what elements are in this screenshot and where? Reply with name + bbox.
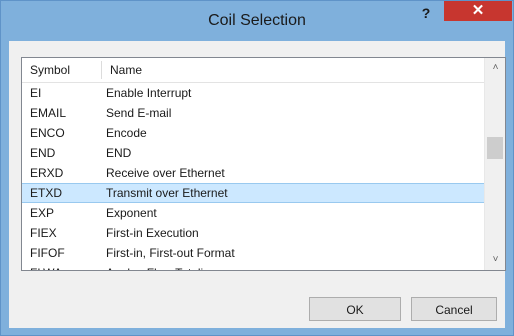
- symbol-cell: EXP: [30, 206, 55, 220]
- symbol-cell: ETXD: [30, 186, 63, 200]
- column-header-name[interactable]: Name: [110, 58, 142, 82]
- symbol-cell: FIFOF: [30, 246, 65, 260]
- close-icon: ✕: [471, 2, 485, 19]
- list-item[interactable]: FIFOF First-in, First-out Format: [22, 243, 484, 263]
- list-item[interactable]: FIEX First-in Execution: [22, 223, 484, 243]
- cancel-button[interactable]: Cancel: [411, 297, 497, 321]
- name-cell: END: [106, 146, 132, 160]
- list-item[interactable]: EMAIL Send E-mail: [22, 103, 484, 123]
- symbol-cell: EMAIL: [30, 106, 67, 120]
- scrollbar-thumb[interactable]: [487, 137, 503, 159]
- column-header-symbol[interactable]: Symbol: [30, 58, 70, 82]
- symbol-cell: ENCO: [30, 126, 65, 140]
- column-divider[interactable]: [101, 61, 102, 79]
- name-cell: Transmit over Ethernet: [106, 186, 228, 200]
- list-item[interactable]: ERXD Receive over Ethernet: [22, 163, 484, 183]
- scroll-up-arrow-icon[interactable]: ˄: [485, 58, 505, 78]
- name-cell: First-in, First-out Format: [106, 246, 235, 260]
- name-cell: Encode: [106, 126, 147, 140]
- list-item[interactable]: EI Enable Interrupt: [22, 83, 484, 103]
- name-cell: Analog Flow Totalizer: [106, 263, 220, 270]
- ok-button[interactable]: OK: [309, 297, 401, 321]
- scroll-down-arrow-icon[interactable]: ˅: [485, 250, 505, 270]
- symbol-cell: EI: [30, 86, 42, 100]
- name-cell: Exponent: [106, 206, 157, 220]
- coil-list[interactable]: Symbol Name EI Enable Interrupt EMAIL Send …: [21, 57, 506, 271]
- list-item[interactable]: EXP Exponent: [22, 203, 484, 223]
- symbol-cell: FIEX: [30, 226, 57, 240]
- name-cell: Enable Interrupt: [106, 86, 192, 100]
- list-item[interactable]: END END: [22, 143, 484, 163]
- list-header: Symbol Name: [22, 58, 484, 83]
- title-bar[interactable]: Coil Selection ? ✕: [1, 1, 513, 41]
- list-item[interactable]: ETXD Transmit over Ethernet: [22, 183, 484, 203]
- list-rows: EI Enable Interrupt EMAIL Send E-mail ENCO En…: [22, 83, 484, 270]
- vertical-scrollbar[interactable]: ˄ ˅: [484, 58, 505, 270]
- symbol-cell: FLWA: [30, 263, 62, 270]
- name-cell: First-in Execution: [106, 226, 199, 240]
- list-item[interactable]: FLWA Analog Flow Totalizer: [22, 263, 484, 270]
- name-cell: Send E-mail: [106, 106, 172, 120]
- list-item[interactable]: ENCO Encode: [22, 123, 484, 143]
- symbol-cell: ERXD: [30, 166, 64, 180]
- symbol-cell: END: [30, 146, 56, 160]
- close-button[interactable]: ✕: [444, 1, 512, 21]
- help-button[interactable]: ?: [414, 2, 438, 26]
- name-cell: Receive over Ethernet: [106, 166, 225, 180]
